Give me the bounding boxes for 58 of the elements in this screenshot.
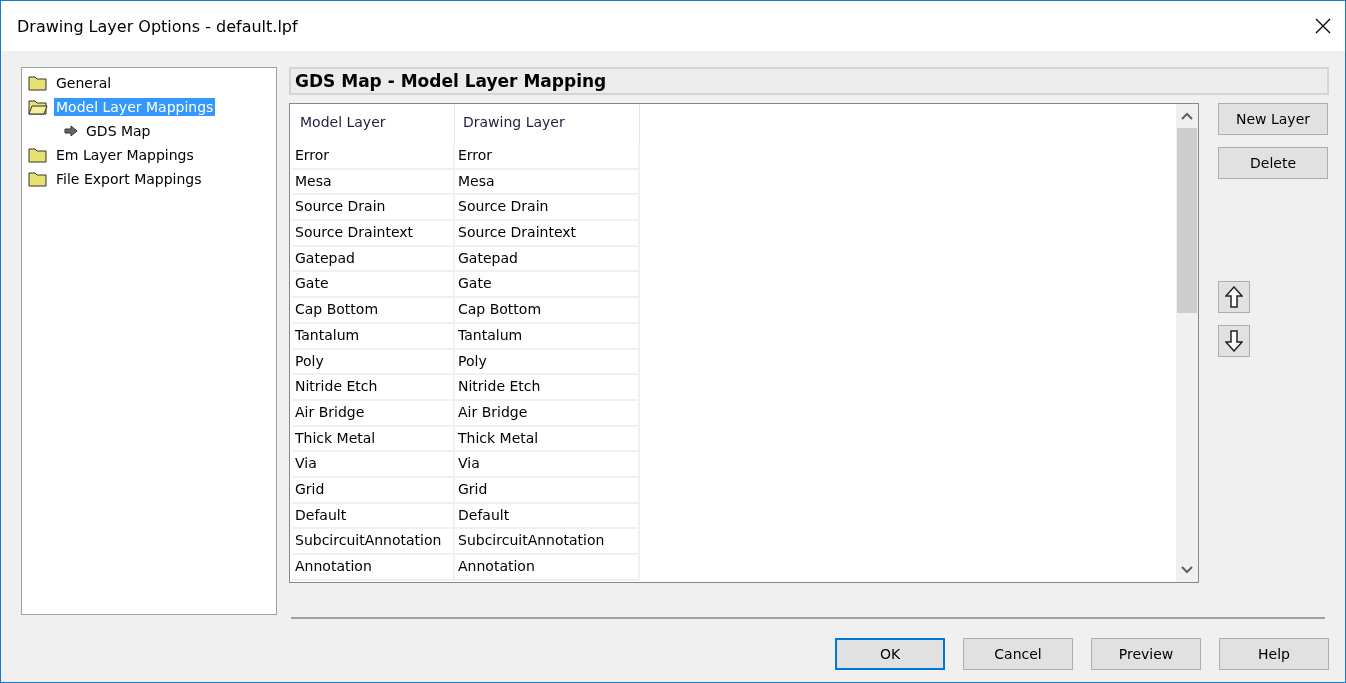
table-cell: Thick Metal bbox=[292, 426, 455, 453]
table-cell: Mesa bbox=[455, 169, 640, 196]
table-cell: Grid bbox=[455, 477, 640, 504]
window-title: Drawing Layer Options - default.lpf bbox=[17, 16, 298, 36]
table-cell: Gate bbox=[292, 272, 455, 299]
table-cell: Default bbox=[455, 503, 640, 530]
table-cell: Via bbox=[455, 452, 640, 478]
scroll-thumb[interactable] bbox=[1177, 128, 1197, 313]
table-cell: Source Draintext bbox=[292, 221, 455, 247]
table-cell: Mesa bbox=[292, 169, 455, 196]
move-down-button[interactable] bbox=[1218, 325, 1250, 357]
arrow-down-icon bbox=[1225, 330, 1243, 352]
dialog-button[interactable]: Help bbox=[1219, 638, 1329, 670]
table-cell: Source Drain bbox=[455, 195, 640, 222]
table-cell: Gatepad bbox=[455, 246, 640, 273]
tree-item[interactable]: Em Layer Mappings bbox=[54, 146, 196, 164]
dialog-button[interactable]: Preview bbox=[1091, 638, 1201, 670]
dialog-button[interactable]: OK bbox=[835, 638, 945, 670]
table-cell: Default bbox=[292, 503, 455, 530]
table-cell: Cap Bottom bbox=[292, 298, 455, 324]
table-cell: Source Drain bbox=[292, 195, 455, 222]
table-cell: Gatepad bbox=[292, 246, 455, 273]
table-cell: Air Bridge bbox=[292, 400, 455, 427]
table-cell: Poly bbox=[292, 349, 455, 376]
scrollbar[interactable] bbox=[1176, 104, 1198, 582]
tree-item[interactable]: General bbox=[54, 74, 114, 92]
table-cell: Thick Metal bbox=[455, 426, 640, 453]
table-cell: Nitride Etch bbox=[455, 375, 640, 401]
scroll-up-icon[interactable] bbox=[1181, 112, 1193, 120]
table-cell: Nitride Etch bbox=[292, 375, 455, 401]
close-icon[interactable] bbox=[1315, 18, 1331, 34]
table-cell: Tantalum bbox=[292, 323, 455, 350]
panel-header: GDS Map - Model Layer Mapping bbox=[289, 67, 1329, 95]
table-cell: Source Draintext bbox=[455, 221, 640, 247]
table-cell: Annotation bbox=[292, 555, 455, 581]
table-cell: Error bbox=[292, 144, 455, 170]
table-cell: Grid bbox=[292, 477, 455, 504]
table-cell: SubcircuitAnnotation bbox=[455, 529, 640, 555]
scroll-down-icon[interactable] bbox=[1181, 566, 1193, 574]
side-button[interactable]: New Layer bbox=[1218, 103, 1328, 135]
table-cell: Poly bbox=[455, 349, 640, 376]
table-cell: Gate bbox=[455, 272, 640, 299]
move-up-button[interactable] bbox=[1218, 281, 1250, 313]
table-cell: Annotation bbox=[455, 555, 640, 581]
side-button[interactable]: Delete bbox=[1218, 147, 1328, 179]
tree-item[interactable]: GDS Map bbox=[84, 122, 153, 140]
arrow-up-icon bbox=[1225, 286, 1243, 308]
table-cell: Error bbox=[455, 144, 640, 170]
table-cell: SubcircuitAnnotation bbox=[292, 529, 455, 555]
arrow-icon bbox=[64, 125, 78, 137]
table-cell: Via bbox=[292, 452, 455, 478]
tree-item[interactable]: File Export Mappings bbox=[54, 170, 204, 188]
column-header[interactable]: Drawing Layer bbox=[455, 104, 640, 144]
dialog-button[interactable]: Cancel bbox=[963, 638, 1073, 670]
table-cell: Cap Bottom bbox=[455, 298, 640, 324]
table-cell: Tantalum bbox=[455, 323, 640, 350]
table-cell: Air Bridge bbox=[455, 400, 640, 427]
column-header[interactable]: Model Layer bbox=[292, 104, 455, 144]
